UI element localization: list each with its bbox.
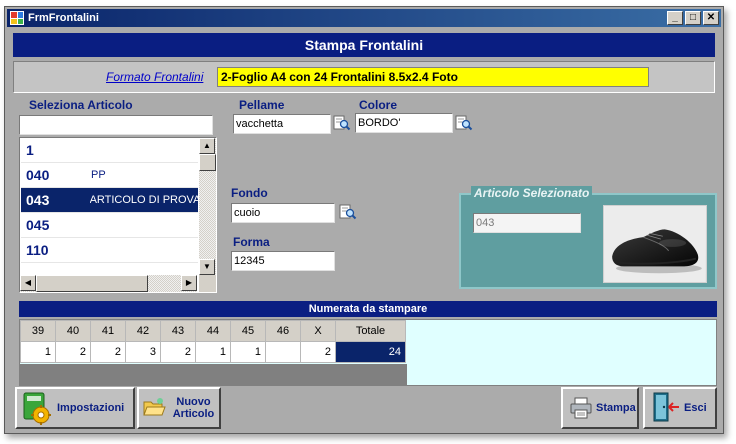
size-cell[interactable] bbox=[265, 341, 301, 363]
scroll-up-button[interactable]: ▲ bbox=[199, 138, 215, 154]
settings-icon bbox=[23, 392, 51, 425]
grid-empty-area bbox=[20, 364, 407, 386]
col-header: 39 bbox=[20, 320, 56, 342]
nuovo-articolo-label: Nuovo Articolo bbox=[168, 396, 219, 420]
pellame-field[interactable]: vacchetta bbox=[233, 114, 331, 134]
list-item-desc: ARTICOLO DI PROVA bbox=[89, 194, 198, 206]
bottom-toolbar: Impostazioni Nuovo Articolo Stampa Esci bbox=[13, 387, 717, 429]
main-window: FrmFrontalini _ □ ✕ Stampa Frontalini Fo… bbox=[4, 6, 724, 434]
vertical-scrollbar[interactable]: ▲ ▼ bbox=[199, 138, 216, 275]
col-header: 45 bbox=[230, 320, 266, 342]
table-header-row: 39 40 41 42 43 44 45 46 X Totale bbox=[20, 320, 406, 342]
col-header: X bbox=[300, 320, 336, 342]
colore-label: Colore bbox=[359, 98, 398, 112]
total-cell[interactable]: 24 bbox=[335, 341, 406, 363]
nuovo-articolo-line2: Articolo bbox=[172, 408, 215, 420]
list-item-code: 1 bbox=[26, 142, 34, 158]
size-cell[interactable]: 3 bbox=[125, 341, 161, 363]
list-item-desc: PP bbox=[91, 169, 106, 181]
horizontal-scrollbar[interactable]: ◀ ▶ bbox=[20, 275, 197, 292]
format-link[interactable]: Formato Frontalini bbox=[106, 70, 203, 84]
list-item[interactable]: 045 bbox=[21, 213, 198, 238]
fondo-field[interactable]: cuoio bbox=[231, 203, 335, 223]
scroll-right-button[interactable]: ▶ bbox=[181, 275, 197, 291]
fondo-label: Fondo bbox=[231, 186, 268, 200]
size-cell[interactable]: 1 bbox=[20, 341, 56, 363]
impostazioni-button[interactable]: Impostazioni bbox=[15, 387, 135, 429]
col-header: 41 bbox=[90, 320, 126, 342]
selected-article-code: 043 bbox=[473, 213, 581, 233]
numerata-title: Numerata da stampare bbox=[19, 301, 717, 317]
list-item[interactable]: 1 bbox=[21, 138, 198, 163]
list-item-selected[interactable]: 043 ARTICOLO DI PROVA bbox=[21, 188, 198, 213]
folder-open-icon bbox=[143, 398, 166, 416]
sizes-table[interactable]: 39 40 41 42 43 44 45 46 X Totale 1 2 2 3… bbox=[20, 320, 406, 363]
impostazioni-label: Impostazioni bbox=[57, 402, 125, 414]
esci-button[interactable]: Esci bbox=[643, 387, 717, 429]
exit-door-icon bbox=[653, 392, 679, 422]
col-header: 44 bbox=[195, 320, 231, 342]
numerata-grid[interactable]: 39 40 41 42 43 44 45 46 X Totale 1 2 2 3… bbox=[19, 319, 717, 386]
app-icon bbox=[10, 11, 24, 25]
shoe-photo bbox=[603, 205, 707, 283]
stampa-label: Stampa bbox=[596, 402, 636, 414]
stampa-button[interactable]: Stampa bbox=[561, 387, 639, 429]
forma-label: Forma bbox=[233, 235, 270, 249]
list-item-code: 110 bbox=[26, 242, 49, 258]
esci-label: Esci bbox=[684, 402, 707, 414]
col-header: 46 bbox=[265, 320, 301, 342]
list-item[interactable]: 110 bbox=[21, 238, 198, 263]
size-cell[interactable]: 2 bbox=[300, 341, 336, 363]
pellame-label: Pellame bbox=[239, 98, 285, 112]
scroll-thumb[interactable] bbox=[36, 275, 148, 292]
window-title: FrmFrontalini bbox=[28, 12, 99, 24]
nuovo-articolo-line1: Nuovo bbox=[176, 396, 211, 408]
col-header: 42 bbox=[125, 320, 161, 342]
printer-icon bbox=[570, 397, 592, 419]
articolo-label: Seleziona Articolo bbox=[29, 98, 133, 112]
title-bar[interactable]: FrmFrontalini _ □ ✕ bbox=[7, 9, 721, 27]
articolo-list[interactable]: 1 040 PP 043 ARTICOLO DI PROVA 045 110 ▲… bbox=[19, 137, 217, 293]
col-header: 40 bbox=[55, 320, 91, 342]
scroll-thumb[interactable] bbox=[199, 154, 216, 171]
scroll-corner bbox=[199, 275, 216, 292]
selected-article-title: Articolo Selezionato bbox=[471, 186, 593, 200]
page-title: Stampa Frontalini bbox=[13, 33, 715, 57]
list-item-code: 043 bbox=[26, 192, 50, 208]
list-item[interactable]: 040 PP bbox=[21, 163, 198, 188]
colore-field[interactable]: BORDO' bbox=[355, 113, 453, 133]
col-header: 43 bbox=[160, 320, 196, 342]
fondo-search-icon[interactable] bbox=[339, 203, 357, 221]
size-cell[interactable]: 2 bbox=[160, 341, 196, 363]
nuovo-articolo-button[interactable]: Nuovo Articolo bbox=[137, 387, 221, 429]
size-cell[interactable]: 2 bbox=[55, 341, 91, 363]
maximize-button[interactable]: □ bbox=[685, 11, 701, 25]
size-cell[interactable]: 2 bbox=[90, 341, 126, 363]
format-value: 2-Foglio A4 con 24 Frontalini 8.5x2.4 Fo… bbox=[217, 67, 649, 87]
list-item-code: 040 bbox=[26, 167, 50, 183]
close-button[interactable]: ✕ bbox=[703, 11, 719, 25]
pellame-search-icon[interactable] bbox=[333, 114, 351, 132]
minimize-button[interactable]: _ bbox=[667, 11, 683, 25]
size-cell[interactable]: 1 bbox=[195, 341, 231, 363]
selected-article-group: Articolo Selezionato 043 bbox=[459, 186, 717, 289]
forma-field[interactable]: 12345 bbox=[231, 251, 335, 271]
format-panel: Formato Frontalini 2-Foglio A4 con 24 Fr… bbox=[13, 61, 715, 93]
list-item-code: 045 bbox=[26, 217, 50, 233]
size-cell[interactable]: 1 bbox=[230, 341, 266, 363]
col-header-totale: Totale bbox=[335, 320, 406, 342]
table-row[interactable]: 1 2 2 3 2 1 1 2 24 bbox=[20, 341, 406, 363]
scroll-left-button[interactable]: ◀ bbox=[20, 275, 36, 291]
articolo-search-input[interactable] bbox=[19, 115, 213, 135]
scroll-down-button[interactable]: ▼ bbox=[199, 259, 215, 275]
colore-search-icon[interactable] bbox=[455, 114, 473, 132]
